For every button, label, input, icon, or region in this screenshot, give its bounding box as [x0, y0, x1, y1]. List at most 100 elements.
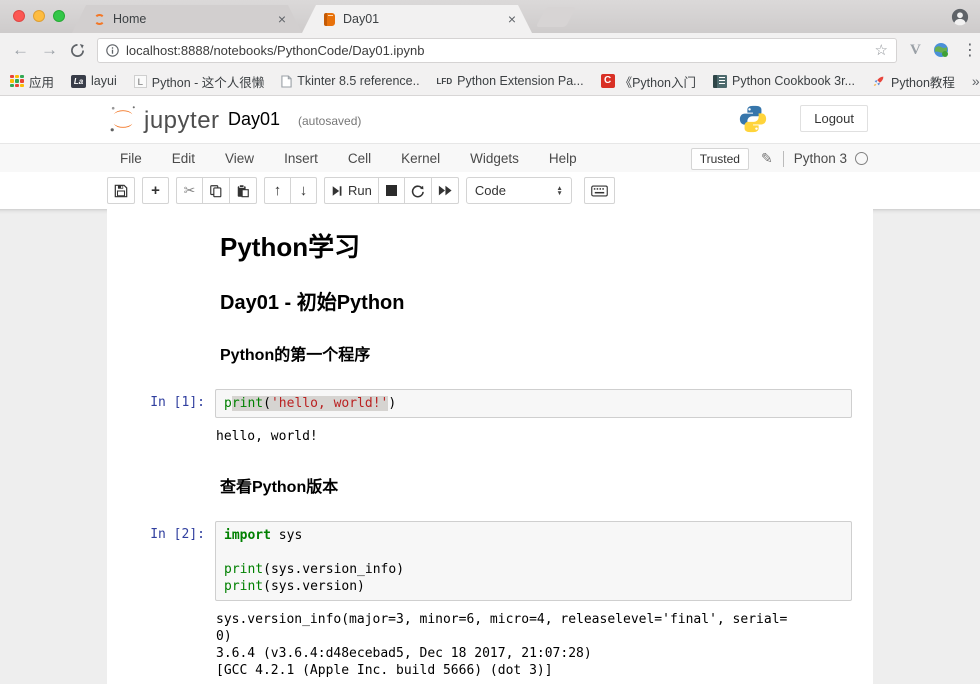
- address-bar-row: ← → localhost:8888/notebooks/PythonCode/…: [0, 33, 980, 67]
- lfd-icon: LFD: [437, 77, 453, 86]
- profile-icon[interactable]: [951, 8, 969, 26]
- forward-icon[interactable]: →: [41, 40, 58, 60]
- bookmark-tkinter[interactable]: Tkinter 8.5 reference..: [281, 74, 419, 88]
- select-arrows-icon: ▲▼: [556, 186, 562, 196]
- info-icon[interactable]: [106, 44, 119, 57]
- code-input-1[interactable]: print('hello, world!'): [215, 389, 852, 418]
- menu-view[interactable]: View: [225, 151, 254, 166]
- copy-cell-button[interactable]: [202, 177, 230, 204]
- bookmarks-overflow-icon[interactable]: »: [972, 73, 980, 89]
- tab-title: Day01: [343, 12, 506, 26]
- interrupt-kernel-button[interactable]: [378, 177, 405, 204]
- logout-button[interactable]: Logout: [800, 105, 868, 132]
- extension-globe-icon[interactable]: [933, 42, 949, 58]
- jupyter-logo-text: jupyter: [144, 108, 220, 134]
- trusted-button[interactable]: Trusted: [691, 148, 749, 170]
- jupyter-logo[interactable]: jupyter: [108, 104, 220, 134]
- back-icon[interactable]: ←: [12, 40, 29, 60]
- tab-strip: Home × Day01 ×: [0, 0, 980, 33]
- output-prompt: [107, 605, 215, 611]
- cut-cell-button[interactable]: ✂: [176, 177, 203, 204]
- input-prompt: In [1]:: [107, 389, 215, 410]
- notebook-favicon: [324, 13, 335, 26]
- save-button[interactable]: [107, 177, 135, 204]
- output-text-1: hello, world!: [215, 422, 852, 447]
- output-prompt: [107, 422, 215, 428]
- new-tab-button[interactable]: [536, 7, 577, 27]
- url-bar[interactable]: localhost:8888/notebooks/PythonCode/Day0…: [97, 38, 897, 63]
- notebook-area: Python学习 Day01 - 初始Python Python的第一个程序 I…: [0, 209, 980, 684]
- l-square-icon: L: [134, 75, 147, 88]
- paste-cell-button[interactable]: [229, 177, 257, 204]
- heading-check-version[interactable]: 查看Python版本: [220, 473, 873, 497]
- notebook-menubar: File Edit View Insert Cell Kernel Widget…: [0, 143, 980, 172]
- book-icon: [713, 75, 727, 88]
- tab-home[interactable]: Home ×: [72, 5, 302, 33]
- restart-kernel-button[interactable]: [404, 177, 432, 204]
- reload-icon[interactable]: [70, 43, 85, 58]
- menu-help[interactable]: Help: [549, 151, 577, 166]
- fast-forward-icon: [438, 185, 452, 196]
- menu-widgets[interactable]: Widgets: [470, 151, 519, 166]
- input-prompt: In [2]:: [107, 521, 215, 542]
- bookmark-star-icon[interactable]: ☆: [875, 41, 888, 59]
- bookmark-python-extension[interactable]: LFD Python Extension Pa...: [437, 74, 584, 88]
- run-cell-button[interactable]: Run: [324, 177, 379, 204]
- close-window-button[interactable]: [13, 10, 25, 22]
- cell-type-select[interactable]: Code ▲▼: [466, 177, 572, 204]
- close-tab-icon[interactable]: ×: [276, 11, 288, 27]
- bookmark-python-blog[interactable]: L Python - 这个人很懒: [134, 72, 265, 91]
- heading-first-program[interactable]: Python的第一个程序: [220, 341, 873, 365]
- bookmark-apps[interactable]: 应用: [10, 72, 54, 91]
- bookmark-cookbook[interactable]: Python Cookbook 3r...: [713, 74, 855, 88]
- menu-file[interactable]: File: [120, 151, 142, 166]
- copy-icon: [209, 184, 223, 198]
- run-label: Run: [348, 183, 372, 198]
- stop-icon: [386, 185, 397, 196]
- close-tab-icon[interactable]: ×: [506, 11, 518, 27]
- menu-edit[interactable]: Edit: [172, 151, 195, 166]
- divider: [783, 151, 784, 167]
- restart-run-all-button[interactable]: [431, 177, 459, 204]
- paste-icon: [236, 184, 250, 198]
- layui-icon: La: [71, 75, 86, 88]
- tab-title: Home: [113, 12, 276, 26]
- menu-kernel[interactable]: Kernel: [401, 151, 440, 166]
- menu-insert[interactable]: Insert: [284, 151, 318, 166]
- rocket-icon: [872, 74, 886, 88]
- step-forward-icon: [331, 185, 343, 197]
- bookmark-python-tutorial[interactable]: Python教程: [872, 72, 955, 91]
- python-logo-icon: [738, 104, 768, 134]
- code-input-2[interactable]: import sys print(sys.version_info)print(…: [215, 521, 852, 601]
- menu-cell[interactable]: Cell: [348, 151, 371, 166]
- url-text[interactable]: localhost:8888/notebooks/PythonCode/Day0…: [126, 43, 875, 58]
- browser-window: Home × Day01 × ← →: [0, 0, 980, 684]
- move-cell-up-button[interactable]: ↑: [264, 177, 291, 204]
- save-icon: [114, 184, 128, 198]
- heading-python-study[interactable]: Python学习: [220, 227, 873, 264]
- jupyter-header: jupyter Day01 (autosaved) Logout: [0, 96, 980, 143]
- add-cell-button[interactable]: +: [142, 177, 169, 204]
- minimize-window-button[interactable]: [33, 10, 45, 22]
- move-cell-down-button[interactable]: ↓: [290, 177, 317, 204]
- checkpoint-status: (autosaved): [298, 114, 361, 128]
- command-palette-button[interactable]: [584, 177, 615, 204]
- jupyter-logo-icon: [108, 104, 138, 134]
- extension-v-icon[interactable]: V: [910, 42, 921, 59]
- bookmark-python-intro[interactable]: C 《Python入门: [601, 72, 696, 91]
- kernel-name: Python 3: [794, 151, 847, 166]
- heading-day01[interactable]: Day01 - 初始Python: [220, 286, 873, 315]
- edit-pencil-icon[interactable]: ✎: [761, 150, 773, 167]
- code-cell-1: In [1]: print('hello, world!'): [107, 389, 873, 418]
- browser-menu-icon[interactable]: ⋮: [962, 40, 978, 60]
- keyboard-icon: [591, 185, 608, 197]
- output-cell-2: sys.version_info(major=3, minor=6, micro…: [107, 605, 873, 681]
- zoom-window-button[interactable]: [53, 10, 65, 22]
- apps-grid-icon: [10, 75, 24, 88]
- notebook-container: Python学习 Day01 - 初始Python Python的第一个程序 I…: [107, 209, 873, 684]
- code-cell-2: In [2]: import sys print(sys.version_inf…: [107, 521, 873, 601]
- notebook-title[interactable]: Day01: [228, 109, 280, 130]
- bookmark-layui[interactable]: La layui: [71, 74, 117, 88]
- tab-day01[interactable]: Day01 ×: [302, 5, 532, 33]
- c-square-icon: C: [601, 74, 615, 88]
